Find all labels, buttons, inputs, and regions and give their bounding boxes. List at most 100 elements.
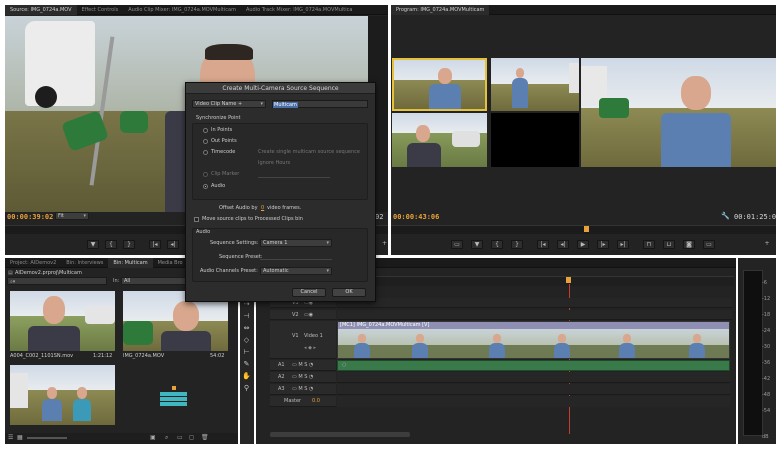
multicam-preview-2[interactable] [491,58,579,111]
clip-marker-radio[interactable] [203,172,208,177]
track-header-a3[interactable]: A3 ▭ M S ◔ [270,384,336,395]
program-playhead-marker[interactable] [584,226,589,232]
camera-button[interactable]: ◙ [683,240,695,249]
find-icon[interactable]: ⌕ [165,434,168,442]
mark-out-button[interactable]: } [511,240,523,249]
trash-icon[interactable]: 🗑 [201,434,209,441]
tab-project[interactable]: Project: AIDemov2 [5,258,61,268]
step-forward-button[interactable]: |▸ [597,240,609,249]
mute-solo-icon[interactable]: ▭ M S ◔ [292,362,313,368]
sequence-name-field[interactable]: Multicam [272,100,368,108]
new-bin-icon[interactable]: ▣ [150,434,156,441]
mark-in-button[interactable]: { [105,240,117,249]
mark-out-button[interactable]: } [123,240,135,249]
cancel-button[interactable]: Cancel [292,288,326,297]
clip-thumbnail[interactable] [10,291,115,351]
ok-button[interactable]: OK [332,288,366,297]
track-lane-a2[interactable] [337,372,730,383]
track-header-a2[interactable]: A2 ▭ M S ◔ [270,372,336,383]
project-bottom-bar: ☰ ▦ ▣ ⌕ ▭ ◻ 🗑 [5,433,238,444]
multicam-video-clip[interactable]: [MC1] IMG_0724a.MOVMulticam [V] [337,321,730,359]
timecode-radio[interactable] [203,150,208,155]
out-points-radio[interactable] [203,139,208,144]
timeline-playhead-marker[interactable] [566,277,571,283]
mute-solo-icon[interactable]: ▭ M S ◔ [292,374,313,380]
in-points-radio[interactable] [203,128,208,133]
razor-icon[interactable]: ◇ [241,336,252,345]
source-fit-select[interactable]: Fit [55,212,89,220]
offset-audio-value[interactable]: 0 [261,205,264,211]
zoom-icon[interactable]: ⚲ [241,384,252,393]
step-back-button[interactable]: ◂| [167,240,179,249]
track-lane-a3[interactable] [337,384,730,395]
program-timeline-ruler[interactable] [391,225,776,234]
program-monitor-tabs: Program: IMG_0724a.MOVMulticam [391,5,776,15]
tab-audio-track-mixer[interactable]: Audio Track Mixer: IMG_0724a.MOVMultica [241,5,357,15]
new-item-icon[interactable]: ◻ [189,434,194,441]
track-lane-v2[interactable] [337,310,732,320]
clip-name-select[interactable]: Video Clip Name + [192,100,266,108]
mark-in-button[interactable]: { [491,240,503,249]
marker-button[interactable]: ▼ [87,240,99,249]
timeline-ruler[interactable] [336,276,734,286]
track-header-master[interactable]: Master 0.0 [270,396,336,407]
tab-program[interactable]: Program: IMG_0724a.MOVMulticam [391,5,490,15]
zoom-slider[interactable] [27,437,67,439]
track-header-a1[interactable]: A1 ▭ M S ◔ [270,360,336,371]
extract-button[interactable]: ⊔ [663,240,675,249]
icon-view-icon[interactable]: ▦ [17,434,23,441]
clip-thumbnail[interactable] [10,365,115,425]
track-header-v1[interactable]: V1 Video 1 ◂ ◆ ▸ [270,321,336,359]
ripple-edit-icon[interactable]: ⊣ [241,312,252,321]
multicam-preview-1[interactable] [392,58,487,111]
channels-preset-select[interactable]: Automatic [260,267,332,275]
search-input[interactable]: ⌕▾ [7,277,107,285]
ignore-hours-checkbox[interactable]: Ignore Hours [258,160,290,166]
tab-media-browser[interactable]: Media Bro [153,258,188,268]
timeline-scrollbar[interactable] [270,432,410,437]
clip-marker-select[interactable] [258,171,330,178]
wrench-icon[interactable]: 🔧 [721,212,730,220]
track-lane-v3[interactable] [337,298,732,308]
folder-icon[interactable]: ▭ [177,434,183,441]
multicam-audio-clip[interactable]: ◌ [337,360,730,371]
mute-solo-icon[interactable]: ▭ M S ◔ [292,386,313,392]
play-button[interactable]: ▶ [577,240,589,249]
track-lane-master[interactable] [337,396,730,407]
tab-bin-multicam[interactable]: Bin: Multicam [108,258,153,268]
multicam-preview-3[interactable] [392,113,487,167]
hand-icon[interactable]: ✋ [241,372,252,381]
tab-effect-controls[interactable]: Effect Controls [77,5,124,15]
multicam-preview-4[interactable] [491,113,579,167]
go-to-out-button[interactable]: ▸| [617,240,629,249]
toggle-output-icon[interactable]: ▭◉ [304,312,313,318]
multicam-sequence-icon[interactable] [160,386,187,410]
step-back-button[interactable]: ◂| [557,240,569,249]
add-button-icon[interactable]: + [763,240,771,249]
audio-sync-radio[interactable] [203,184,208,189]
keyframe-nav-icon[interactable]: ◂ ◆ ▸ [304,345,316,351]
offset-audio-label: Offset Audio by [219,205,258,211]
tab-audio-clip-mixer[interactable]: Audio Clip Mixer: IMG_0724a.MOVMulticam [123,5,241,15]
slip-icon[interactable]: ⊢ [241,348,252,357]
lift-button[interactable]: ⊓ [643,240,655,249]
export-frame-button[interactable]: ▭ [451,240,463,249]
sequence-preset-select[interactable] [260,253,332,260]
master-volume[interactable]: 0.0 [312,398,320,404]
sequence-settings-select[interactable]: Camera 1 [260,239,332,247]
sequence-name-value: Multicam [273,102,298,108]
pen-icon[interactable]: ✎ [241,360,252,369]
add-button-icon[interactable]: + [381,240,388,249]
program-timecode-in[interactable]: 00:00:43:06 [393,213,439,221]
tab-source[interactable]: Source: IMG_0724a.MOV [5,5,77,15]
comment-button[interactable]: ▭ [703,240,715,249]
go-to-in-button[interactable]: |◂ [149,240,161,249]
source-timecode-in[interactable]: 00:00:39:02 [7,213,53,221]
rate-stretch-icon[interactable]: ⇔ [241,324,252,333]
list-view-icon[interactable]: ☰ [8,434,13,441]
tab-bin-interviews[interactable]: Bin: Interviews [61,258,108,268]
marker-button[interactable]: ▼ [471,240,483,249]
move-clips-checkbox[interactable] [194,217,199,222]
track-header-v2[interactable]: V2 ▭◉ [270,310,336,320]
go-to-in-button[interactable]: |◂ [537,240,549,249]
